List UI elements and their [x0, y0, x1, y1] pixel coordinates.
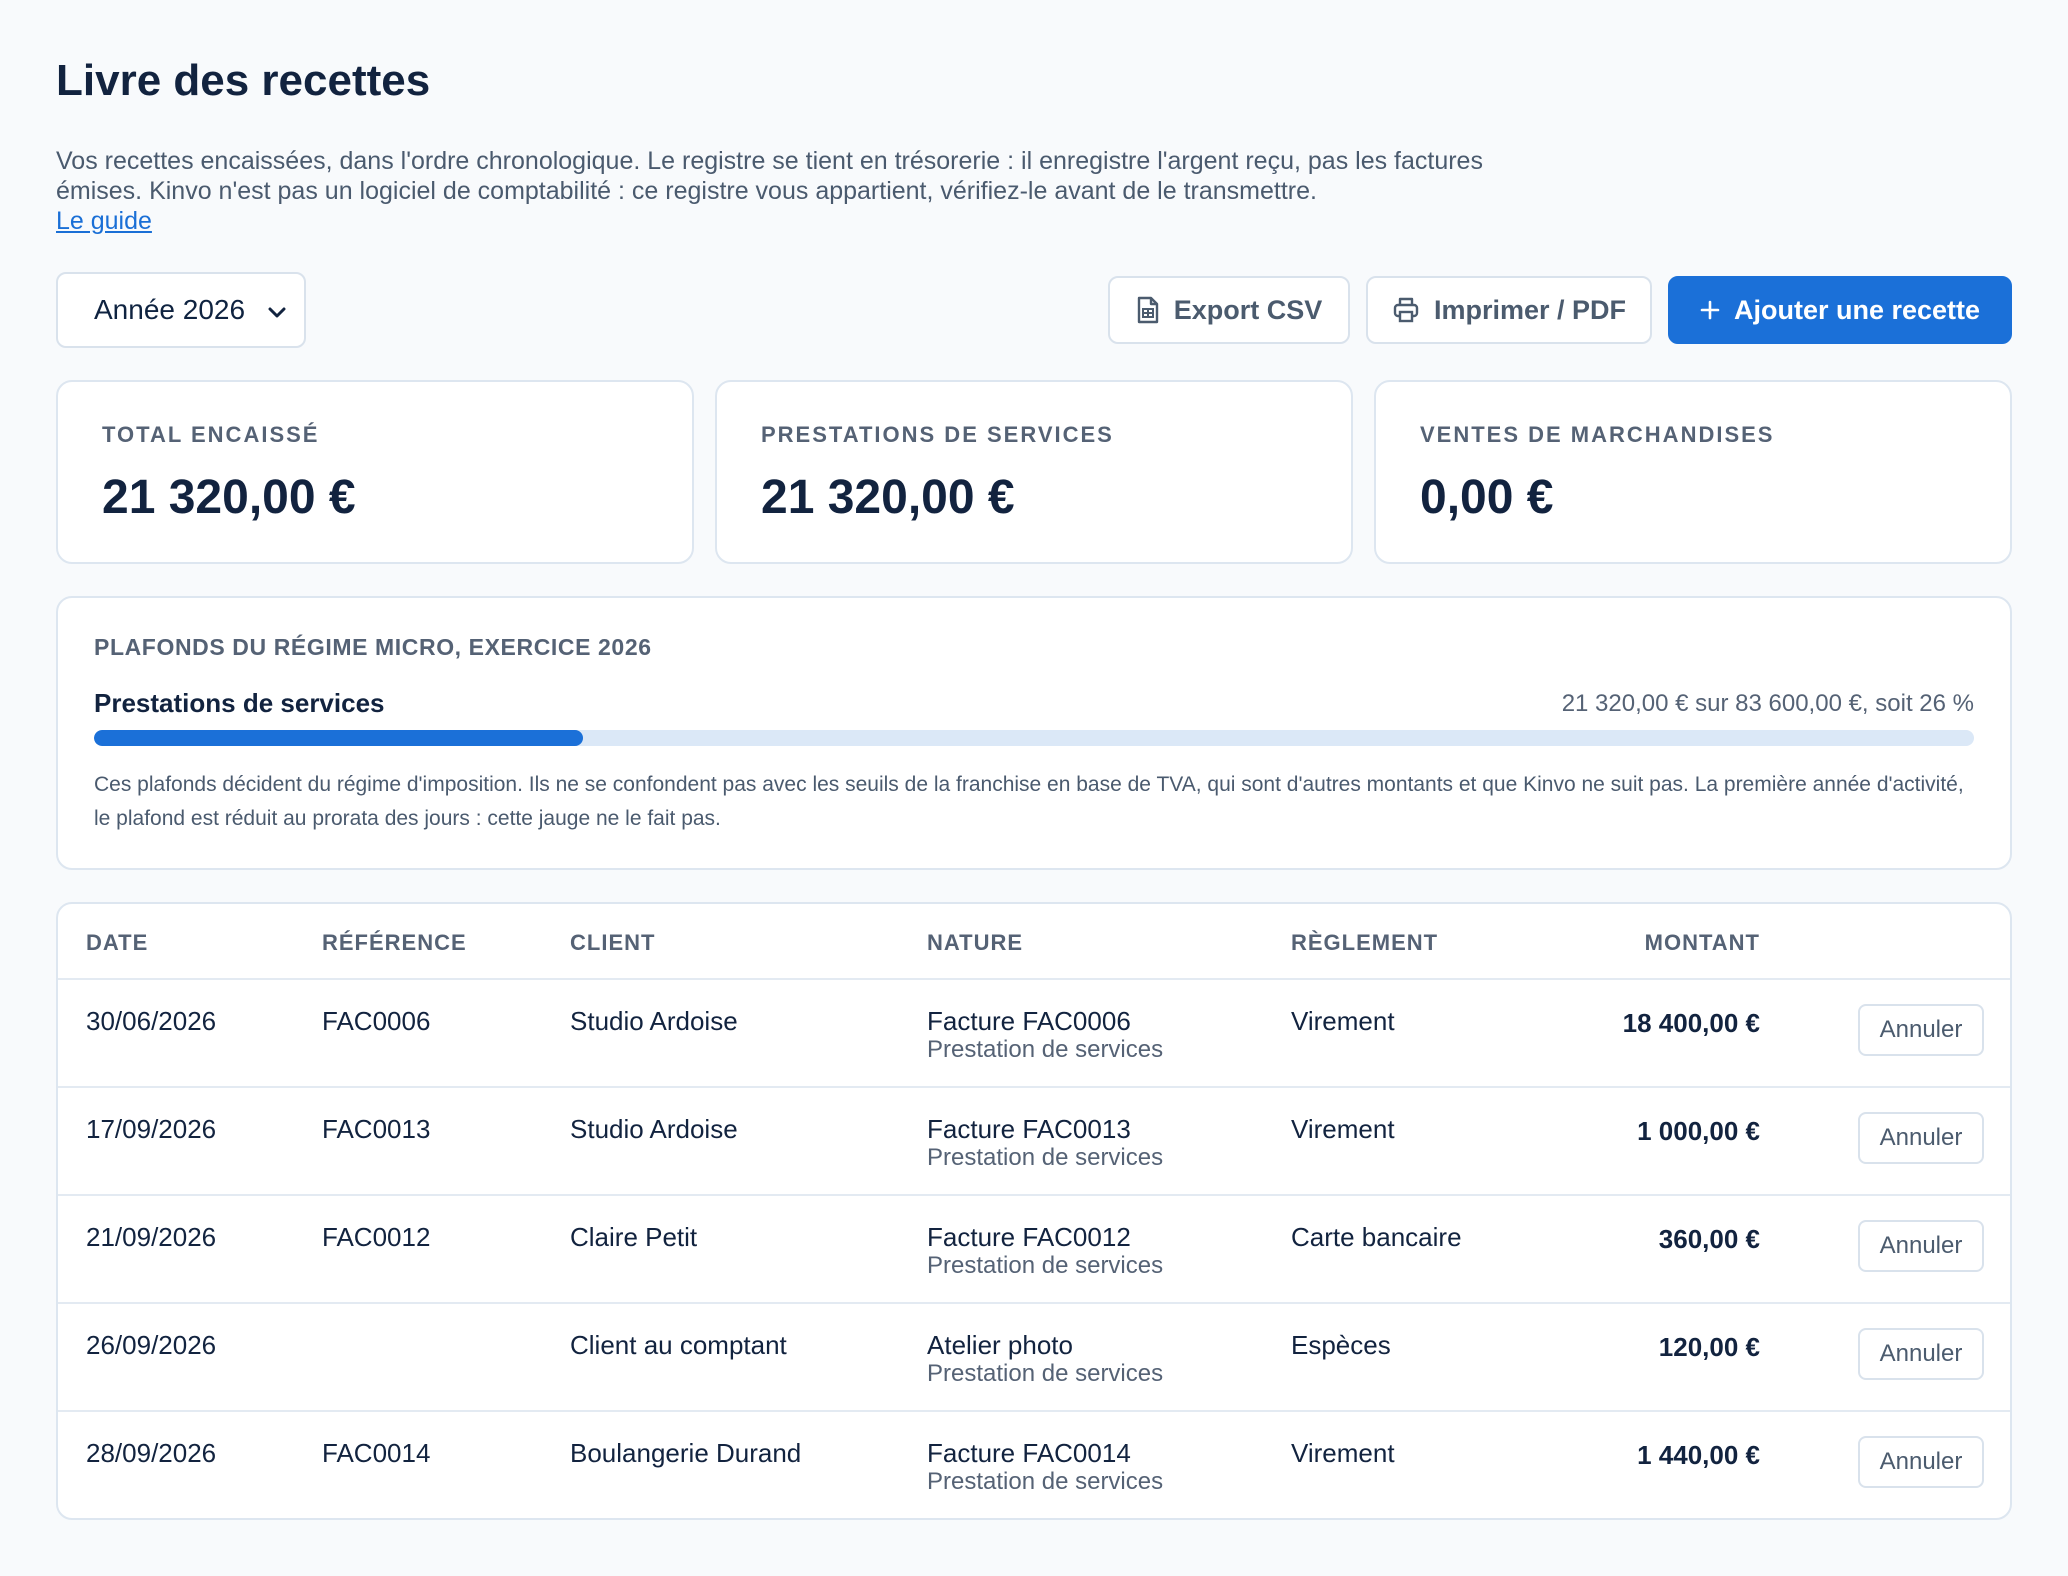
- header-client: CLIENT: [570, 930, 656, 955]
- table-row: 26/09/2026 Client au comptant Atelier ph…: [58, 1304, 2010, 1412]
- table-row: 28/09/2026 FAC0014 Boulangerie Durand Fa…: [58, 1412, 2010, 1518]
- cancel-button[interactable]: Annuler: [1858, 1112, 1984, 1164]
- cell-client: Claire Petit: [570, 1222, 698, 1252]
- chevron-down-icon: [268, 294, 286, 326]
- cell-reference: FAC0006: [322, 1006, 431, 1036]
- stat-value: 0,00 €: [1420, 471, 1554, 524]
- cell-client: Studio Ardoise: [570, 1006, 738, 1036]
- table-row: 30/06/2026 FAC0006 Studio Ardoise Factur…: [58, 980, 2010, 1088]
- stat-card-total: TOTAL ENCAISSÉ 21 320,00 €: [56, 380, 694, 564]
- cell-nature: Atelier photo: [927, 1330, 1073, 1360]
- stat-value: 21 320,00 €: [761, 471, 1015, 524]
- cell-client: Boulangerie Durand: [570, 1438, 802, 1468]
- cell-nature: Facture FAC0013: [927, 1114, 1131, 1144]
- cell-nature-sub: Prestation de services: [927, 1468, 1164, 1495]
- cell-nature-sub: Prestation de services: [927, 1144, 1164, 1171]
- stat-label: PRESTATIONS DE SERVICES: [761, 422, 1114, 447]
- table-row: 17/09/2026 FAC0013 Studio Ardoise Factur…: [58, 1088, 2010, 1196]
- plafond-title: PLAFONDS DU RÉGIME MICRO, EXERCICE 2026: [94, 634, 652, 660]
- printer-icon: [1392, 296, 1420, 324]
- header-reglement: RÈGLEMENT: [1291, 930, 1439, 955]
- page-intro: Vos recettes encaissées, dans l'ordre ch…: [56, 146, 1516, 236]
- csv-file-icon: [1136, 296, 1160, 324]
- plafond-subtitle: Prestations de services: [94, 688, 385, 718]
- intro-text: Vos recettes encaissées, dans l'ordre ch…: [56, 147, 1483, 205]
- plafond-card: PLAFONDS DU RÉGIME MICRO, EXERCICE 2026 …: [56, 596, 2012, 870]
- export-csv-label: Export CSV: [1173, 294, 1323, 325]
- cell-montant: 1 440,00 €: [1637, 1440, 1760, 1470]
- stat-label: TOTAL ENCAISSÉ: [102, 422, 320, 447]
- table-row: 21/09/2026 FAC0012 Claire Petit Facture …: [58, 1196, 2010, 1304]
- cell-nature: Facture FAC0012: [927, 1222, 1131, 1252]
- stat-value: 21 320,00 €: [102, 471, 356, 524]
- plafond-progress-track: [94, 730, 1974, 746]
- header-date: DATE: [86, 930, 149, 955]
- year-select-value: Année 2026: [94, 294, 246, 325]
- cell-montant: 120,00 €: [1658, 1332, 1760, 1362]
- year-select[interactable]: Année 2026: [56, 272, 306, 348]
- cell-client: Client au comptant: [570, 1330, 787, 1360]
- page: Livre des recettes Vos recettes encaissé…: [0, 0, 2068, 1576]
- cell-reference: FAC0014: [322, 1438, 431, 1468]
- cell-date: 21/09/2026: [86, 1222, 217, 1252]
- cell-nature-sub: Prestation de services: [927, 1360, 1164, 1387]
- export-csv-button[interactable]: Export CSV: [1108, 276, 1350, 344]
- cell-client: Studio Ardoise: [570, 1114, 738, 1144]
- cell-nature-sub: Prestation de services: [927, 1036, 1164, 1063]
- cell-date: 26/09/2026: [86, 1330, 217, 1360]
- cancel-button[interactable]: Annuler: [1858, 1436, 1984, 1488]
- page-title: Livre des recettes: [56, 56, 431, 105]
- stat-card-services: PRESTATIONS DE SERVICES 21 320,00 €: [715, 380, 1353, 564]
- cell-nature: Facture FAC0006: [927, 1006, 1131, 1036]
- stat-label: VENTES DE MARCHANDISES: [1420, 422, 1775, 447]
- add-recette-button[interactable]: Ajouter une recette: [1668, 276, 2012, 344]
- stat-card-marchandises: VENTES DE MARCHANDISES 0,00 €: [1374, 380, 2012, 564]
- header-nature: NATURE: [927, 930, 1024, 955]
- cell-montant: 18 400,00 €: [1622, 1008, 1760, 1038]
- table-header: DATE RÉFÉRENCE CLIENT NATURE RÈGLEMENT M…: [58, 904, 2010, 980]
- cell-montant: 1 000,00 €: [1637, 1116, 1760, 1146]
- header-montant: MONTANT: [1644, 930, 1760, 955]
- cell-reglement: Espèces: [1291, 1330, 1391, 1360]
- header-reference: RÉFÉRENCE: [322, 930, 467, 955]
- plafond-note: Ces plafonds décident du régime d'imposi…: [94, 773, 1964, 830]
- cell-reglement: Virement: [1291, 1438, 1395, 1468]
- cancel-button[interactable]: Annuler: [1858, 1004, 1984, 1056]
- cell-montant: 360,00 €: [1658, 1224, 1760, 1254]
- cell-date: 17/09/2026: [86, 1114, 217, 1144]
- guide-link[interactable]: Le guide: [56, 206, 152, 236]
- plafond-progress-fill: [94, 730, 583, 746]
- plafond-amount: 21 320,00 € sur 83 600,00 €, soit 26 %: [1561, 690, 1974, 717]
- cell-reference: FAC0012: [322, 1222, 431, 1252]
- cell-date: 30/06/2026: [86, 1006, 217, 1036]
- cell-date: 28/09/2026: [86, 1438, 217, 1468]
- cell-reglement: Carte bancaire: [1291, 1222, 1462, 1252]
- cell-reference: FAC0013: [322, 1114, 431, 1144]
- add-recette-label: Ajouter une recette: [1733, 294, 1981, 325]
- cell-reglement: Virement: [1291, 1006, 1395, 1036]
- cell-reglement: Virement: [1291, 1114, 1395, 1144]
- cell-nature: Facture FAC0014: [927, 1438, 1131, 1468]
- cancel-button[interactable]: Annuler: [1858, 1328, 1984, 1380]
- print-pdf-label: Imprimer / PDF: [1433, 294, 1627, 325]
- cancel-button[interactable]: Annuler: [1858, 1220, 1984, 1272]
- cell-nature-sub: Prestation de services: [927, 1252, 1164, 1279]
- recettes-table: DATE RÉFÉRENCE CLIENT NATURE RÈGLEMENT M…: [56, 902, 2012, 1520]
- print-pdf-button[interactable]: Imprimer / PDF: [1366, 276, 1652, 344]
- plus-icon: [1700, 300, 1720, 320]
